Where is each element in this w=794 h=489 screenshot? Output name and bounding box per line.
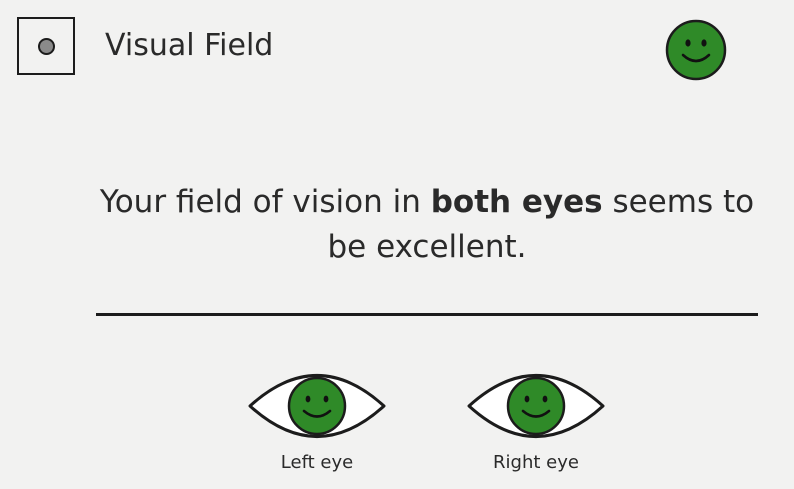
status-smiley-icon [665, 19, 727, 81]
left-eye-icon [248, 374, 386, 438]
right-eye-icon [467, 374, 605, 438]
left-eye-label: Left eye [280, 452, 354, 473]
section-marker[interactable] [17, 17, 75, 75]
right-eye-label: Right eye [493, 452, 579, 473]
divider [96, 313, 758, 316]
result-emphasis: both eyes [430, 184, 603, 220]
page-title: Visual Field [105, 28, 274, 63]
result-message: Your field of vision in both eyes seems … [99, 184, 755, 265]
dot-icon [38, 38, 55, 55]
